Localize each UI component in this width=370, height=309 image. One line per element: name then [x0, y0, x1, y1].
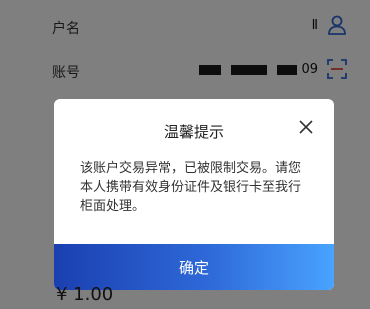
- dialog-message: 该账户交易异常，已被限制交易。请您本人携带有效身份证件及银行卡至我行柜面处理。: [80, 161, 302, 214]
- dialog-title: 温馨提示: [163, 123, 224, 141]
- alert-dialog: 温馨提示 该账户交易异常，已被限制交易。请您本人携带有效身份证件及银行卡至我行柜…: [54, 99, 334, 290]
- amount-value: ¥ 1.00: [56, 284, 114, 305]
- close-icon[interactable]: [294, 115, 318, 139]
